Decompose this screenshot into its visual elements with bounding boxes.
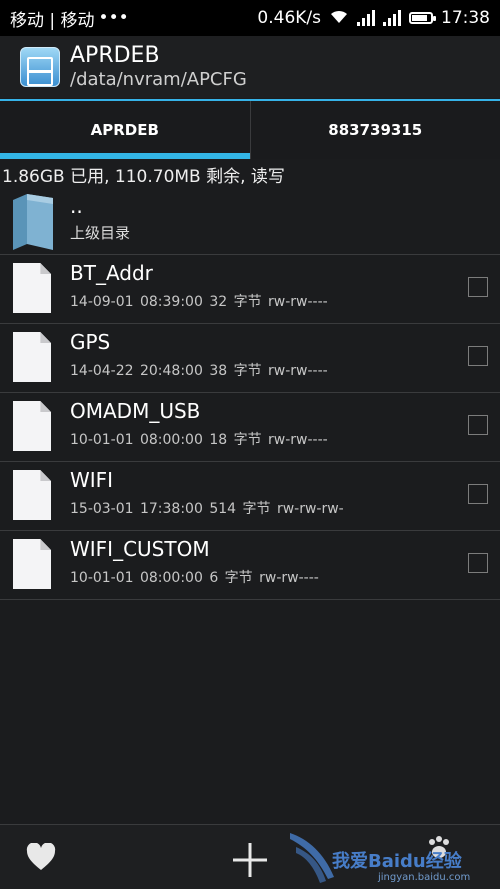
file-row[interactable]: GPS 14-04-22 20:48:00 38 字节 rw-rw---- — [0, 324, 500, 393]
file-row[interactable]: WIFI_CUSTOM 10-01-01 08:00:00 6 字节 rw-rw… — [0, 531, 500, 600]
file-manager-icon[interactable] — [20, 47, 60, 87]
storage-info: 1.86GB 已用, 110.70MB 剩余, 读写 — [2, 167, 285, 187]
file-checkbox[interactable] — [468, 415, 488, 435]
file-checkbox[interactable] — [468, 346, 488, 366]
file-icon — [13, 332, 51, 382]
file-name: WIFI — [70, 468, 114, 492]
file-checkbox[interactable] — [468, 277, 488, 297]
battery-icon — [409, 12, 436, 24]
file-icon — [13, 539, 51, 589]
file-row[interactable]: WIFI 15-03-01 17:38:00 514 字节 rw-rw-rw- — [0, 462, 500, 531]
parent-directory-label: 上级目录 — [70, 224, 131, 242]
file-meta: 10-01-01 08:00:00 18 字节 rw-rw---- — [70, 432, 328, 448]
current-path: /data/nvram/APCFG — [70, 69, 247, 90]
carrier-label: 移动 | 移动 — [10, 10, 95, 31]
watermark-url: jingyan.baidu.com — [378, 872, 471, 883]
tab-883739315[interactable]: 883739315 — [249, 101, 500, 159]
page-title: APRDEB — [70, 43, 160, 68]
bottom-toolbar: 我爱Baidu经验 jingyan.baidu.com — [0, 824, 500, 889]
parent-directory-name: .. — [70, 194, 83, 218]
file-row[interactable]: BT_Addr 14-09-01 08:39:00 32 字节 rw-rw---… — [0, 255, 500, 324]
wifi-icon — [329, 8, 349, 29]
file-icon — [13, 263, 51, 313]
watermark-text: 我爱Baidu经验 — [332, 851, 462, 872]
file-checkbox[interactable] — [468, 553, 488, 573]
tab-aprdeb[interactable]: APRDEB — [0, 101, 250, 159]
tab-bar: APRDEB 883739315 — [0, 99, 500, 159]
folder-icon — [13, 194, 53, 250]
file-checkbox[interactable] — [468, 484, 488, 504]
file-icon — [13, 401, 51, 451]
baidu-watermark: 我爱Baidu经验 jingyan.baidu.com — [288, 829, 488, 887]
file-name: WIFI_CUSTOM — [70, 537, 210, 561]
network-speed: 0.46K/s — [257, 8, 321, 28]
file-icon — [13, 470, 51, 520]
clock: 17:38 — [441, 8, 490, 28]
file-meta: 10-01-01 08:00:00 6 字节 rw-rw---- — [70, 570, 319, 586]
status-bar: 移动 | 移动 ••• 0.46K/s 17:38 — [0, 0, 500, 36]
file-meta: 15-03-01 17:38:00 514 字节 rw-rw-rw- — [70, 501, 344, 517]
signal-icon-1 — [357, 10, 375, 26]
file-meta: 14-04-22 20:48:00 38 字节 rw-rw---- — [70, 363, 328, 379]
file-list: .. 上级目录 BT_Addr 14-09-01 08:39:00 32 字节 … — [0, 186, 500, 600]
title-bar: APRDEB /data/nvram/APCFG — [0, 36, 500, 98]
file-name: OMADM_USB — [70, 399, 201, 423]
file-name: GPS — [70, 330, 111, 354]
parent-directory-row[interactable]: .. 上级目录 — [0, 186, 500, 255]
file-meta: 14-09-01 08:39:00 32 字节 rw-rw---- — [70, 294, 328, 310]
notification-dots: ••• — [98, 8, 129, 28]
file-row[interactable]: OMADM_USB 10-01-01 08:00:00 18 字节 rw-rw-… — [0, 393, 500, 462]
heart-icon[interactable] — [26, 842, 56, 871]
file-name: BT_Addr — [70, 261, 153, 285]
signal-icon-2 — [383, 10, 401, 26]
plus-icon[interactable] — [233, 843, 267, 877]
